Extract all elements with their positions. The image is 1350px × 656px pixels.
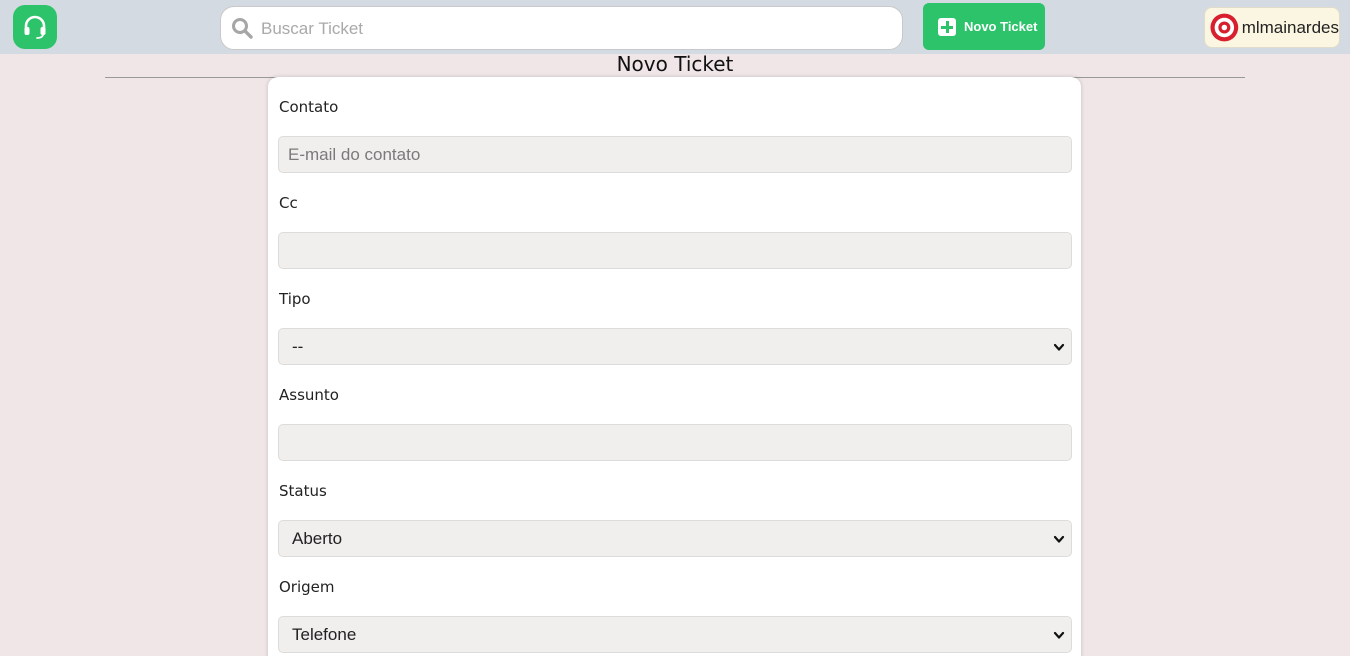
assunto-label: Assunto	[279, 386, 339, 404]
origem-label: Origem	[279, 578, 335, 596]
username: mlmainardes	[1241, 17, 1339, 37]
search-icon	[232, 18, 253, 39]
cc-label: Cc	[279, 194, 298, 212]
app-logo[interactable]	[13, 5, 57, 49]
chevron-down-icon	[1053, 631, 1065, 639]
contato-email-input[interactable]	[278, 136, 1072, 173]
origem-select[interactable]: Telefone	[278, 616, 1072, 653]
new-ticket-label: Novo Ticket	[964, 19, 1038, 34]
tipo-selected-value: --	[292, 336, 304, 356]
assunto-input[interactable]	[278, 424, 1072, 461]
user-menu[interactable]: mlmainardes	[1204, 7, 1340, 48]
tipo-label: Tipo	[279, 290, 311, 308]
plus-icon	[938, 17, 956, 36]
tipo-select[interactable]: --	[278, 328, 1072, 365]
chevron-down-icon	[1053, 535, 1065, 543]
origem-selected-value: Telefone	[292, 624, 357, 644]
top-bar: Novo Ticket mlmainardes	[0, 0, 1350, 54]
search-bar	[220, 6, 903, 50]
contato-label: Contato	[279, 98, 339, 116]
chevron-down-icon	[1053, 343, 1065, 351]
status-label: Status	[279, 482, 327, 500]
search-input[interactable]	[261, 15, 881, 43]
status-select[interactable]: Aberto	[278, 520, 1072, 557]
target-icon	[1210, 13, 1239, 42]
headset-icon	[24, 15, 46, 39]
status-selected-value: Aberto	[292, 528, 343, 548]
page-title: Novo Ticket	[616, 52, 734, 76]
new-ticket-button[interactable]: Novo Ticket	[923, 3, 1045, 50]
cc-input[interactable]	[278, 232, 1072, 269]
